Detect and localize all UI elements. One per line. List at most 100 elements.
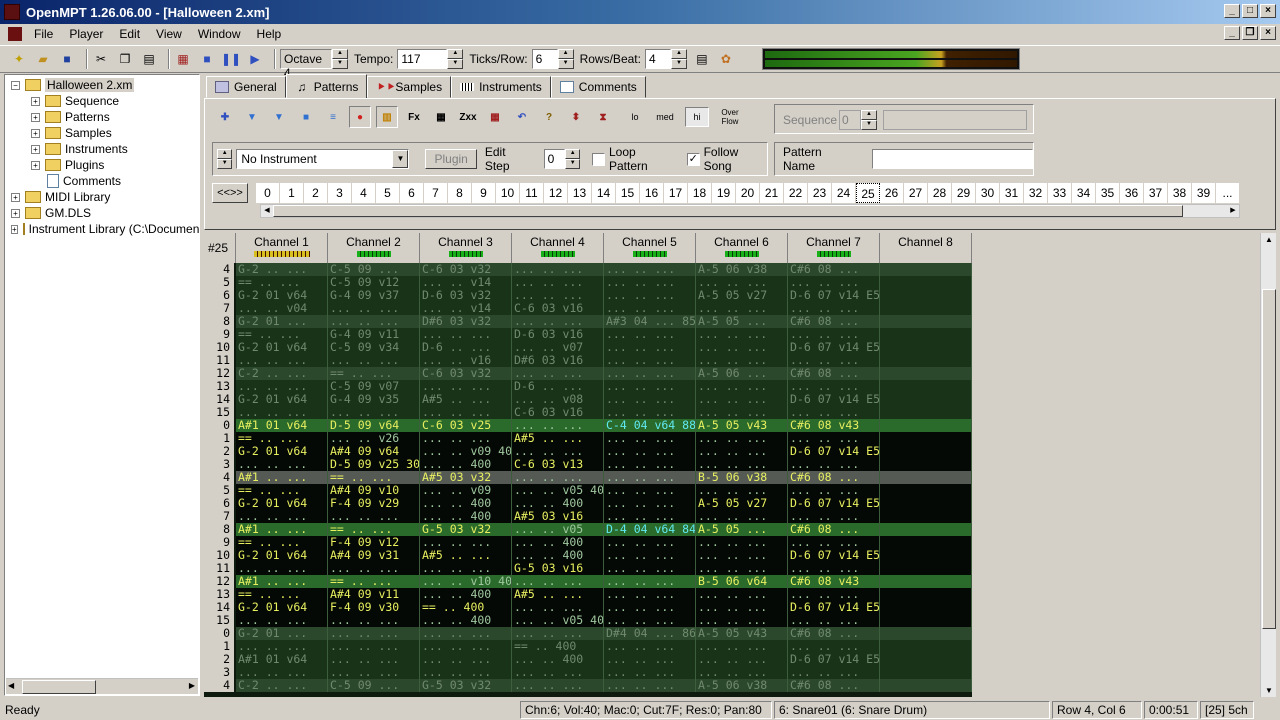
pattern-cell[interactable]: G-2 01 v64 — [236, 393, 328, 406]
pattern-cell[interactable]: ... .. ... — [512, 575, 604, 588]
doc-icon[interactable] — [8, 27, 22, 41]
pattern-cell[interactable]: A-5 05 v43 — [696, 627, 788, 640]
expand-icon[interactable]: + — [31, 144, 40, 154]
pattern-cell[interactable]: ... .. ... — [604, 601, 696, 614]
channel-header[interactable]: Channel 3 — [420, 233, 512, 263]
pattern-cell[interactable]: A-5 05 ... — [696, 523, 788, 536]
pattern-cell[interactable]: == .. ... — [236, 328, 328, 341]
pattern-row[interactable]: 0 G-2 01 ...... .. ...... .. ...... .. ..… — [204, 627, 972, 640]
tree-item-comments[interactable]: Comments — [47, 173, 121, 189]
pattern-cell[interactable]: ... .. ... — [604, 380, 696, 393]
pattern-cell[interactable]: C#6 08 ... — [788, 627, 880, 640]
menu-edit[interactable]: Edit — [111, 27, 148, 41]
pattern-cell[interactable]: ... .. ... — [788, 562, 880, 575]
octave-spinner[interactable]: ▲ ▼ — [332, 49, 348, 69]
new-file-icon[interactable]: ✦ — [10, 50, 28, 68]
pattern-cell[interactable]: ... .. 400 — [512, 653, 604, 666]
follow-song-checkbox[interactable]: ✓ — [687, 152, 700, 166]
pattern-cell[interactable]: D#6 03 v32 — [420, 315, 512, 328]
order-item[interactable]: 2 — [304, 183, 328, 203]
pattern-cell[interactable] — [880, 666, 972, 679]
maximize-button[interactable]: □ — [1242, 4, 1258, 18]
order-item[interactable]: 10 — [496, 183, 520, 203]
pattern-row[interactable]: 14 G-2 01 v64 F-4 09 v30 == .. 400... .. ..… — [204, 601, 972, 614]
pattern-cell[interactable]: B-5 06 v38 — [696, 471, 788, 484]
open-file-icon[interactable]: ▰ — [34, 50, 52, 68]
save-icon[interactable]: ■ — [58, 50, 76, 68]
pattern-row[interactable]: 10 G-2 01 v64 C-5 09 v34 D-6 .. ...... .. v… — [204, 341, 972, 354]
pattern-cell[interactable]: ... .. v09 400 — [420, 445, 512, 458]
stop-icon[interactable]: ■ — [198, 50, 216, 68]
pattern-cell[interactable]: ... .. ... — [604, 666, 696, 679]
paste-icon[interactable]: ▤ — [140, 50, 158, 68]
pattern-cell[interactable]: ... .. ... — [696, 302, 788, 315]
pattern-cell[interactable] — [880, 445, 972, 458]
vu-meters-icon[interactable]: ▥ — [376, 106, 398, 128]
tree-item-patterns[interactable]: + Patterns — [31, 109, 110, 125]
pattern-cell[interactable]: A#5 .. ... — [420, 549, 512, 562]
pattern-row[interactable]: 6 G-2 01 v64 F-4 09 v29... .. 400... .. 40… — [204, 497, 972, 510]
order-item[interactable]: 34 — [1072, 183, 1096, 203]
pattern-cell[interactable]: ... .. ... — [512, 666, 604, 679]
pattern-cell[interactable]: ... .. ... — [512, 601, 604, 614]
pattern-cell[interactable]: A-5 06 ... — [696, 367, 788, 380]
pattern-cell[interactable]: A#1 .. ... — [236, 523, 328, 536]
pattern-row[interactable]: 10 G-2 01 v64 A#4 09 v31 A#5 .. ...... .. 4… — [204, 549, 972, 562]
pattern-cell[interactable]: A-5 06 v38 — [696, 679, 788, 692]
pattern-vertical-scrollbar[interactable]: ▲ ▼ — [1260, 233, 1276, 697]
pattern-cell[interactable]: G-4 09 v37 — [328, 289, 420, 302]
expand-icon[interactable]: + — [31, 128, 40, 138]
channel-header[interactable]: Channel 4 — [512, 233, 604, 263]
pattern-cell[interactable]: G-2 01 ... — [236, 315, 328, 328]
pattern-cell[interactable]: D-6 07 v14 E56 — [788, 601, 880, 614]
tab-comments[interactable]: Comments — [550, 76, 646, 98]
pattern-cell[interactable]: ... .. ... — [604, 588, 696, 601]
pattern-cell[interactable]: ... .. ... — [512, 289, 604, 302]
pattern-cell[interactable]: ... .. 400 — [420, 458, 512, 471]
pattern-row[interactable]: 0 A#1 01 v64 D-5 09 v64 C-6 03 v25... .. ..… — [204, 419, 972, 432]
instrument-spinner[interactable]: ▲ ▼ — [217, 149, 233, 169]
pattern-cell[interactable]: B-5 06 v64 — [696, 575, 788, 588]
mdi-minimize-button[interactable]: _ — [1224, 26, 1240, 40]
pattern-cell[interactable]: A#4 09 v11 — [328, 588, 420, 601]
pattern-cell[interactable]: ... .. ... — [604, 432, 696, 445]
channel-header[interactable]: Channel 6 — [696, 233, 788, 263]
play-row-icon[interactable]: ≡ — [322, 106, 344, 128]
pattern-cell[interactable]: ... .. ... — [788, 432, 880, 445]
pattern-cell[interactable]: ... .. v09 — [420, 484, 512, 497]
pattern-cell[interactable]: ... .. ... — [604, 263, 696, 276]
pattern-cell[interactable]: C-6 03 v16 — [512, 302, 604, 315]
pattern-cell[interactable]: ... .. ... — [512, 367, 604, 380]
pattern-cell[interactable] — [880, 302, 972, 315]
pattern-cell[interactable]: ... .. v04 — [236, 302, 328, 315]
pattern-cell[interactable]: ... .. ... — [236, 510, 328, 523]
plugin-button[interactable]: Plugin — [425, 149, 477, 169]
pattern-row[interactable]: 11... .. ...... .. ...... .. v16 D#6 03 v… — [204, 354, 972, 367]
instrument-select[interactable]: No Instrument ▼ — [236, 149, 410, 169]
pattern-row[interactable]: 15... .. ...... .. ...... .. ... C-6 03 v… — [204, 406, 972, 419]
pattern-row[interactable]: 11... .. ...... .. ...... .. ... G-5 03 v… — [204, 562, 972, 575]
order-item[interactable]: 29 — [952, 183, 976, 203]
menu-player[interactable]: Player — [61, 27, 111, 41]
order-item[interactable]: 35 — [1096, 183, 1120, 203]
pattern-cell[interactable]: ... .. ... — [236, 562, 328, 575]
pattern-cell[interactable]: ... .. ... — [604, 458, 696, 471]
sequence-spinner[interactable]: ▲ ▼ — [861, 110, 877, 130]
order-item[interactable]: 31 — [1000, 183, 1024, 203]
pattern-cell[interactable]: ... .. ... — [236, 640, 328, 653]
pattern-cell[interactable]: ... .. ... — [604, 575, 696, 588]
pattern-cell[interactable]: D-6 03 v16 — [512, 328, 604, 341]
order-item[interactable]: 13 — [568, 183, 592, 203]
pattern-cell[interactable]: C-6 03 v13 — [512, 458, 604, 471]
pattern-cell[interactable]: ... .. v08 — [512, 393, 604, 406]
pattern-cell[interactable]: D-6 03 v32 — [420, 289, 512, 302]
order-item[interactable]: 14 — [592, 183, 616, 203]
pattern-cell[interactable]: ... .. ... — [788, 380, 880, 393]
pattern-row[interactable]: 4 A#1 .. ... == .. ... A#5 03 v32... .. ...… — [204, 471, 972, 484]
collapse-icon[interactable]: − — [11, 80, 20, 90]
pattern-cell[interactable]: ... .. 400 — [420, 497, 512, 510]
pattern-cell[interactable]: ... .. ... — [512, 276, 604, 289]
order-item[interactable]: 8 — [448, 183, 472, 203]
order-item[interactable]: 37 — [1144, 183, 1168, 203]
pattern-cell[interactable]: ... .. ... — [328, 666, 420, 679]
